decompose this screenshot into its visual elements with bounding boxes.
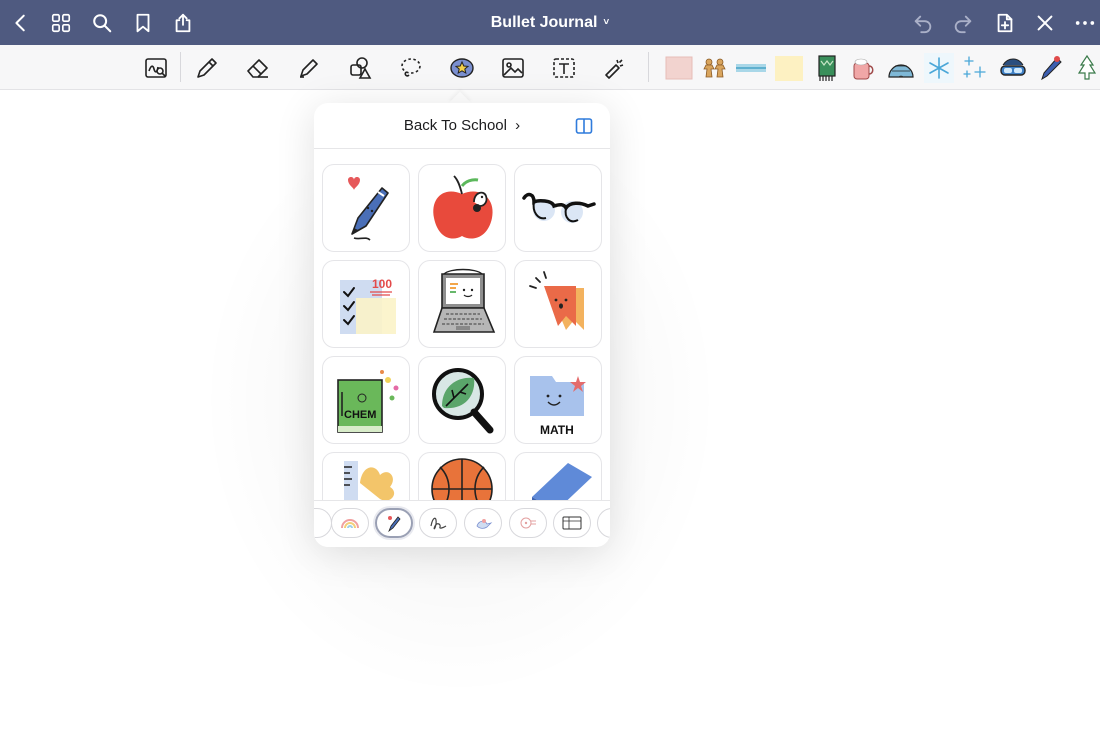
calendar-tab[interactable] [553, 508, 591, 538]
signature-tab[interactable] [419, 508, 457, 538]
ski-goggles-sticker[interactable] [998, 53, 1028, 83]
glasses-sticker[interactable] [514, 164, 602, 252]
close-icon[interactable] [1030, 8, 1060, 38]
sticker-panel: Back To School › 100 CHEM MATH [314, 103, 610, 547]
sidebar-toggle-icon[interactable] [575, 117, 593, 135]
yellow-note-sticker[interactable] [774, 53, 804, 83]
more-icon[interactable] [1070, 8, 1100, 38]
bird-tab[interactable] [464, 508, 502, 538]
snowflakes-sticker[interactable] [960, 53, 990, 83]
gingerbread-sticker[interactable] [700, 53, 730, 83]
cocoa-mug-sticker[interactable] [848, 53, 878, 83]
sticker-pack-title[interactable]: Back To School › [314, 117, 610, 134]
search-icon[interactable] [87, 8, 117, 38]
chem-book-sticker[interactable]: CHEM [322, 356, 410, 444]
pine-tree-sticker[interactable] [1072, 53, 1100, 83]
magnifier-leaf-sticker[interactable] [418, 356, 506, 444]
sticker-panel-header: Back To School › [314, 103, 610, 149]
back-chevron-icon[interactable] [6, 8, 36, 38]
highlighter-icon[interactable] [293, 52, 325, 84]
top-navigation-bar: Bullet Journal ˅ [0, 0, 1100, 45]
grid-icon[interactable] [46, 8, 76, 38]
image-icon[interactable] [497, 52, 529, 84]
previous-tab-partial[interactable] [314, 508, 332, 538]
pink-paper-sticker[interactable] [664, 53, 694, 83]
pen-heart-sticker[interactable] [322, 164, 410, 252]
undo-icon[interactable] [908, 8, 938, 38]
math-folder-sticker[interactable]: MATH [514, 356, 602, 444]
sticker-category-bar [314, 500, 610, 547]
svg-text:100: 100 [372, 277, 392, 291]
laser-pointer-icon[interactable] [599, 52, 631, 84]
document-title-text[interactable]: Bullet Journal [491, 14, 598, 32]
rainbow-tab[interactable] [331, 508, 369, 538]
lasso-icon[interactable] [395, 52, 427, 84]
text-icon[interactable] [548, 52, 580, 84]
zoom-lasso-icon[interactable] [140, 52, 172, 84]
bookmark-face-sticker[interactable] [514, 260, 602, 348]
add-page-icon[interactable] [990, 8, 1020, 38]
blue-pen-sticker[interactable] [1035, 53, 1065, 83]
sticker-icon[interactable] [446, 52, 478, 84]
planner-tab[interactable] [509, 508, 547, 538]
chevron-down-icon[interactable]: ˅ [603, 17, 609, 28]
laptop-sticker[interactable] [418, 260, 506, 348]
math-label: MATH [540, 423, 574, 437]
shapes-icon[interactable] [344, 52, 376, 84]
snowflake-sticker[interactable] [924, 53, 954, 83]
back-to-school-tab[interactable] [375, 508, 413, 538]
next-tab-partial[interactable] [597, 508, 610, 538]
igloo-sticker[interactable] [886, 53, 916, 83]
bookmark-icon[interactable] [128, 8, 158, 38]
eraser-icon[interactable] [242, 52, 274, 84]
green-scarf-sticker[interactable] [812, 53, 842, 83]
apple-worm-sticker[interactable] [418, 164, 506, 252]
redo-icon[interactable] [948, 8, 978, 38]
chem-label: CHEM [344, 409, 376, 421]
sticker-pack-name[interactable]: Back To School [404, 117, 507, 134]
checklist-100-sticker[interactable]: 100 [322, 260, 410, 348]
chevron-right-icon[interactable]: › [515, 117, 520, 134]
blue-tape-sticker[interactable] [736, 53, 766, 83]
share-icon[interactable] [168, 8, 198, 38]
pen-icon[interactable] [191, 52, 223, 84]
